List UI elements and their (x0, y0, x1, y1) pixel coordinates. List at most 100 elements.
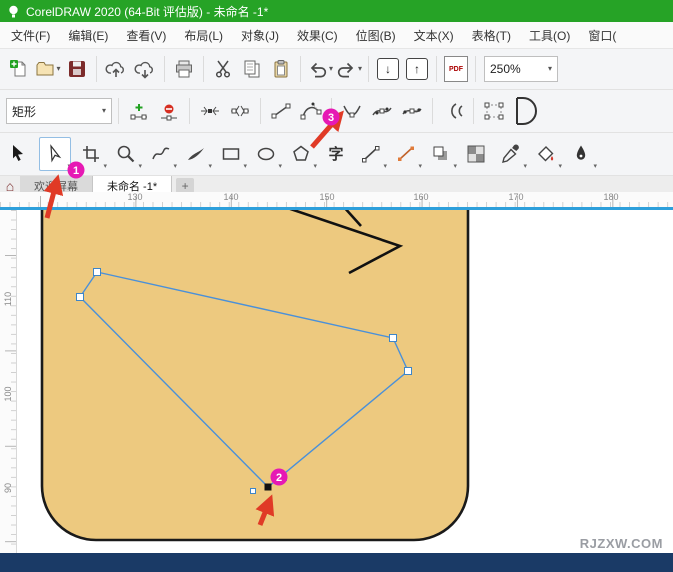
dimension-tool[interactable]: ▾ (391, 138, 421, 170)
line-icon (361, 144, 381, 164)
delete-node-button[interactable] (155, 96, 183, 126)
curve-node[interactable] (390, 335, 397, 342)
pick-arrow-icon (9, 144, 29, 164)
undo-icon (307, 60, 328, 79)
import-button[interactable]: ↓ (374, 54, 402, 84)
break-curve-button[interactable] (226, 96, 254, 126)
interactive-fill-tool[interactable]: ▾ (531, 138, 561, 170)
curve-node[interactable] (77, 294, 84, 301)
redo-button[interactable]: ▾ (335, 54, 363, 84)
cut-button[interactable] (209, 54, 237, 84)
canvas-drawing (16, 210, 673, 553)
zoom-tool[interactable]: ▾ (111, 138, 141, 170)
ruler-tick: 130 (127, 192, 142, 202)
artistic-media-icon (186, 144, 206, 164)
menu-layout[interactable]: 布局(L) (175, 23, 232, 48)
zoom-level-combo[interactable]: 250% ▾ (484, 56, 558, 82)
add-node-button[interactable] (125, 96, 153, 126)
menu-object[interactable]: 对象(J) (232, 23, 288, 48)
symmetric-node-button[interactable] (398, 96, 426, 126)
ruler-tick: 90 (3, 479, 13, 497)
symmetric-node-icon (401, 102, 423, 120)
ruler-tick: 140 (223, 192, 238, 202)
crop-tool[interactable]: ▾ (76, 138, 106, 170)
eyedropper-tool[interactable]: ▾ (496, 138, 526, 170)
ellipse-tool[interactable]: ▾ (251, 138, 281, 170)
open-file-button[interactable]: ▾ (34, 54, 62, 84)
fill-bucket-icon (536, 144, 556, 164)
cloud-upload-button[interactable] (102, 54, 130, 84)
menu-edit[interactable]: 编辑(E) (59, 23, 117, 48)
cusp-node-button[interactable] (338, 96, 366, 126)
join-nodes-button[interactable] (196, 96, 224, 126)
smooth-node-button[interactable] (368, 96, 396, 126)
copy-button[interactable] (238, 54, 266, 84)
selected-curve-node[interactable] (265, 484, 272, 491)
curve-node[interactable] (94, 269, 101, 276)
curve-node[interactable] (405, 368, 412, 375)
toolbox: ▾ ▾ ▾ ▾ ▾ ▾ ▾ (0, 133, 673, 176)
toolbar-separator (260, 98, 261, 124)
flyout-caret-icon: ▾ (453, 163, 457, 170)
pick-tool[interactable] (4, 138, 34, 170)
flyout-caret-icon: ▾ (593, 163, 597, 170)
new-document-button[interactable] (5, 54, 33, 84)
title-bar: CorelDRAW 2020 (64-Bit 评估版) - 未命名 -1* (0, 0, 673, 22)
horizontal-ruler[interactable]: 130 140 150 160 170 180 (0, 192, 673, 208)
export-button[interactable]: ↑ (403, 54, 431, 84)
menu-window[interactable]: 窗口( (579, 23, 625, 48)
convert-to-curve-button[interactable] (297, 96, 325, 126)
freehand-tool[interactable]: ▾ (146, 138, 176, 170)
menu-bitmaps[interactable]: 位图(B) (347, 23, 405, 48)
menu-view[interactable]: 查看(V) (117, 23, 175, 48)
transparency-tool[interactable] (461, 138, 491, 170)
caret-icon: ▾ (329, 65, 333, 73)
drop-shadow-tool[interactable]: ▾ (426, 138, 456, 170)
toolbar-separator (118, 98, 119, 124)
add-node-icon (128, 102, 150, 121)
menu-file[interactable]: 文件(F) (2, 23, 59, 48)
vertical-ruler[interactable]: 110 100 90 (0, 210, 17, 553)
menu-text[interactable]: 文本(X) (405, 23, 463, 48)
join-nodes-icon (199, 102, 221, 120)
menu-table[interactable]: 表格(T) (463, 23, 520, 48)
save-button[interactable] (63, 54, 91, 84)
cloud-download-button[interactable] (131, 54, 159, 84)
drawing-canvas[interactable] (16, 210, 673, 553)
menu-tools[interactable]: 工具(O) (520, 23, 579, 48)
flyout-caret-icon: ▾ (208, 163, 212, 170)
window-title: CorelDRAW 2020 (64-Bit 评估版) - 未命名 -1* (26, 3, 268, 20)
text-tool[interactable]: 字 (321, 138, 351, 170)
convert-to-line-icon (270, 102, 292, 120)
shape-tool[interactable]: ▾ (39, 137, 71, 171)
reverse-direction-button[interactable] (439, 96, 467, 126)
select-all-nodes-button[interactable] (480, 96, 508, 126)
caret-icon: ▾ (56, 65, 60, 73)
freehand-icon (151, 144, 171, 164)
paste-button[interactable] (267, 54, 295, 84)
polygon-tool[interactable]: ▾ (286, 138, 316, 170)
outline-pen-tool[interactable]: ▾ (566, 138, 596, 170)
caret-icon: ▾ (358, 65, 362, 73)
curve-control-point[interactable] (251, 489, 256, 494)
print-button[interactable] (170, 54, 198, 84)
shape-preset-combo[interactable]: 矩形 ▾ (6, 98, 112, 124)
rectangle-tool[interactable]: ▾ (216, 138, 246, 170)
line-tool[interactable]: ▾ (356, 138, 386, 170)
new-tab-button[interactable]: + (176, 178, 194, 193)
caret-icon: ▾ (548, 65, 552, 73)
close-curve-button[interactable] (510, 96, 538, 126)
flyout-caret-icon: ▾ (278, 163, 282, 170)
text-tool-icon: 字 (328, 147, 343, 162)
curve-control-point[interactable] (282, 476, 287, 481)
app-logo-icon (6, 4, 20, 18)
undo-button[interactable]: ▾ (306, 54, 334, 84)
menu-effects[interactable]: 效果(C) (288, 23, 347, 48)
convert-to-line-button[interactable] (267, 96, 295, 126)
artistic-media-tool[interactable]: ▾ (181, 138, 211, 170)
flyout-caret-icon: ▾ (418, 163, 422, 170)
copy-icon (242, 59, 262, 79)
ruler-tick: 180 (603, 192, 618, 202)
publish-pdf-button[interactable]: PDF (442, 54, 470, 84)
scissors-icon (213, 59, 233, 79)
